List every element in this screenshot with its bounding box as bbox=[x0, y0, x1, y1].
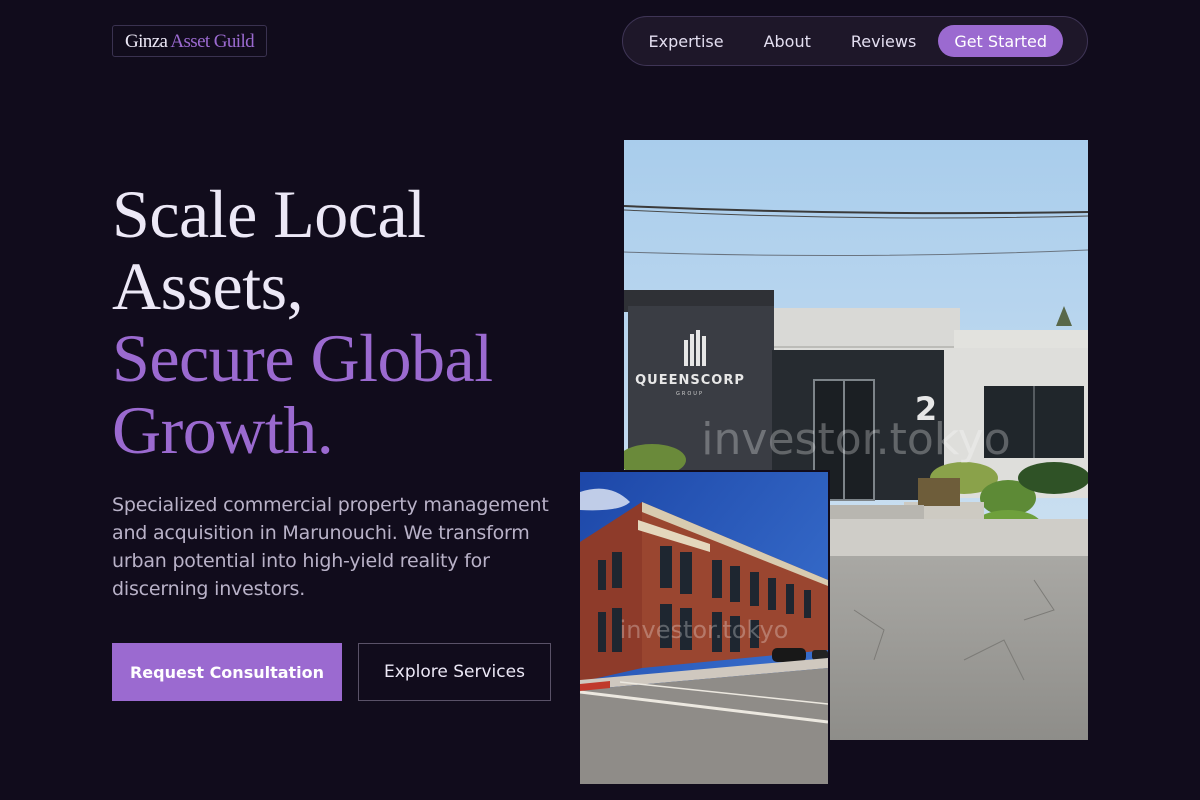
sign-subtitle: GROUP bbox=[676, 391, 704, 397]
sign-title: QUEENSCORP bbox=[635, 373, 745, 388]
hero-title-line2: Assets, bbox=[112, 248, 304, 324]
brick-building-illustration: investor.tokyo bbox=[580, 472, 828, 784]
nav-link-reviews[interactable]: Reviews bbox=[851, 32, 916, 51]
hero-title-line4: Growth. bbox=[112, 392, 334, 468]
nav-link-expertise[interactable]: Expertise bbox=[649, 32, 724, 51]
brand-name-part2: Asset Guild bbox=[170, 30, 255, 52]
hero-title: Scale Local Assets, Secure Global Growth… bbox=[112, 178, 582, 466]
hero-title-line1: Scale Local bbox=[112, 176, 426, 252]
get-started-button[interactable]: Get Started bbox=[938, 25, 1063, 57]
nav-link-about[interactable]: About bbox=[764, 32, 811, 51]
request-consultation-button[interactable]: Request Consultation bbox=[112, 643, 342, 701]
brand-name-part1: Ginza bbox=[125, 30, 168, 52]
explore-services-button[interactable]: Explore Services bbox=[358, 643, 551, 701]
hero-title-line3: Secure Global bbox=[112, 320, 493, 396]
photo-watermark: investor.tokyo bbox=[701, 414, 1010, 465]
brick-building-photo: investor.tokyo bbox=[578, 470, 830, 786]
hero-description: Specialized commercial property manageme… bbox=[112, 494, 549, 600]
brand-logo[interactable]: Ginza Asset Guild bbox=[112, 25, 268, 57]
main-nav: Expertise About Reviews Get Started bbox=[622, 16, 1088, 66]
photo-watermark-small: investor.tokyo bbox=[620, 616, 789, 644]
